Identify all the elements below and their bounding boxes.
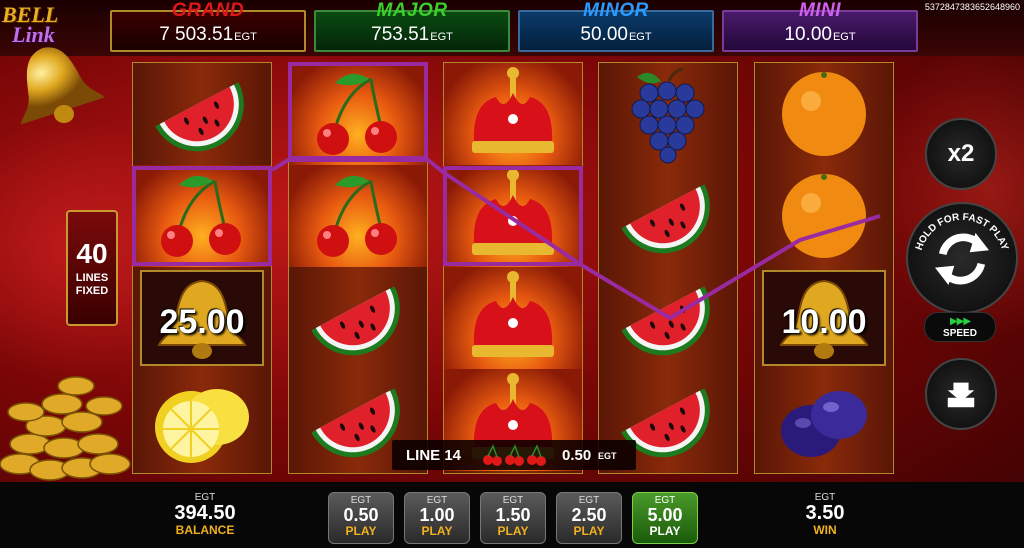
bet-label: PLAY xyxy=(497,524,529,538)
cherries-icon xyxy=(317,175,397,257)
reel-symbol-crown xyxy=(444,63,582,165)
bet-value: 1.00 xyxy=(419,505,455,525)
reel-symbol-watermelon xyxy=(599,165,737,267)
watermelon-icon xyxy=(155,82,244,152)
balance-display: EGT 394.50 BALANCE xyxy=(160,482,250,537)
win-display: EGT 3.50 WIN xyxy=(780,482,870,537)
bet-button[interactable]: EGT 1.00 PLAY xyxy=(404,492,470,544)
bet-value: 2.50 xyxy=(571,505,607,525)
win-label: WIN xyxy=(813,523,837,537)
reel-symbol-lemon xyxy=(133,369,271,471)
jackpot-major: MAJOR 753.51EGT xyxy=(314,0,510,52)
bet-button[interactable]: EGT 0.50 PLAY xyxy=(328,492,394,544)
reel-symbol-bell: 10.00 xyxy=(755,267,893,369)
reel-symbol-orange xyxy=(755,165,893,267)
crown-icon xyxy=(472,271,554,357)
jackpot-bar: GRAND 7 503.51EGT MAJOR 753.51EGT MINOR … xyxy=(0,0,1024,56)
balance-value: 394.50 xyxy=(174,502,236,524)
collect-button[interactable] xyxy=(925,358,997,430)
lines-fixed-indicator: 40 LINES FIXED xyxy=(66,210,118,326)
win-highlight xyxy=(288,62,428,160)
bet-value: 5.00 xyxy=(647,505,683,525)
reel: 25.00 xyxy=(132,62,272,474)
cherries-icon xyxy=(483,444,546,466)
win-value: 3.50 xyxy=(805,502,845,524)
reel-symbol-watermelon xyxy=(599,267,737,369)
orange-icon xyxy=(782,72,866,156)
plum-icon xyxy=(781,391,867,457)
jackpot-minor: MINOR 50.00EGT xyxy=(518,0,714,52)
bottom-bar: EGT 394.50 BALANCE EGT 0.50 PLAY EGT 1.0… xyxy=(0,482,1024,548)
reel-symbol-crown xyxy=(444,267,582,369)
orange-icon xyxy=(782,174,866,258)
lines-count: 40 xyxy=(76,238,108,269)
win-highlight xyxy=(443,166,583,266)
bell-prize-value: 10.00 xyxy=(781,303,867,341)
reel-symbol-watermelon xyxy=(289,267,427,369)
reel xyxy=(598,62,738,474)
watermelon-icon xyxy=(621,184,710,254)
jackpot-title: MINI xyxy=(798,0,842,21)
game-id: 5372847383652648960 xyxy=(924,2,1020,12)
line-number: LINE 14 xyxy=(406,447,462,464)
speed-button[interactable]: ▶▶▶ SPEED xyxy=(924,312,996,342)
spin-button-label: HOLD FOR FAST PLAY xyxy=(914,212,1010,252)
line-win-info: LINE 14 0.50 EGT xyxy=(392,440,636,470)
reel-symbol-plum xyxy=(755,369,893,471)
bet-button-selected[interactable]: EGT 5.00 PLAY xyxy=(632,492,698,544)
lemon-icon xyxy=(155,389,249,463)
jackpot-value: 50.00EGT xyxy=(580,24,652,45)
reel-symbol-watermelon xyxy=(133,63,271,165)
bell-prize-value: 25.00 xyxy=(159,303,245,341)
bet-label: PLAY xyxy=(649,524,681,538)
watermelon-icon xyxy=(311,286,400,356)
jackpot-title: MAJOR xyxy=(376,0,448,21)
speed-label: SPEED xyxy=(943,328,977,339)
win-highlight xyxy=(132,166,272,266)
bet-value: 0.50 xyxy=(343,505,379,525)
jackpot-title: MINOR xyxy=(583,0,649,21)
balance-label: BALANCE xyxy=(175,523,235,537)
reel: 10.00 xyxy=(754,62,894,474)
speed-arrows-icon: ▶▶▶ xyxy=(949,316,971,327)
bet-label: PLAY xyxy=(421,524,453,538)
coin-pile-icon xyxy=(0,376,131,481)
jackpot-grand: GRAND 7 503.51EGT xyxy=(110,0,306,52)
bet-button[interactable]: EGT 1.50 PLAY xyxy=(480,492,546,544)
grapes-icon xyxy=(631,67,705,164)
reel-symbol-bell: 25.00 xyxy=(133,267,271,369)
line-win-amount: 0.50 xyxy=(562,447,592,464)
bet-label: PLAY xyxy=(573,524,605,538)
jackpot-value: 10.00EGT xyxy=(784,24,856,45)
reel-symbol-grapes xyxy=(599,63,737,165)
bet-button[interactable]: EGT 2.50 PLAY xyxy=(556,492,622,544)
jackpot-title: GRAND xyxy=(171,0,245,21)
bet-label: PLAY xyxy=(345,524,377,538)
svg-text:HOLD FOR FAST PLAY: HOLD FOR FAST PLAY xyxy=(914,212,1010,252)
jackpot-mini: MINI 10.00EGT xyxy=(722,0,918,52)
line-win-unit: EGT xyxy=(598,451,617,461)
game-stage: GRAND 7 503.51EGT MAJOR 753.51EGT MINOR … xyxy=(0,0,1024,548)
watermelon-icon xyxy=(621,286,710,356)
bell-icon xyxy=(20,47,105,125)
bet-value: 1.50 xyxy=(495,505,531,525)
multiplier-button[interactable]: x2 xyxy=(925,118,997,190)
jackpot-value: 753.51EGT xyxy=(371,24,453,45)
reel-symbol-orange xyxy=(755,63,893,165)
crown-icon xyxy=(472,67,554,153)
reel-symbol-cherries xyxy=(289,165,427,267)
lines-label: LINES FIXED xyxy=(75,272,109,297)
jackpot-value: 7 503.51EGT xyxy=(159,24,257,45)
reel xyxy=(443,62,583,474)
download-icon xyxy=(947,382,975,408)
